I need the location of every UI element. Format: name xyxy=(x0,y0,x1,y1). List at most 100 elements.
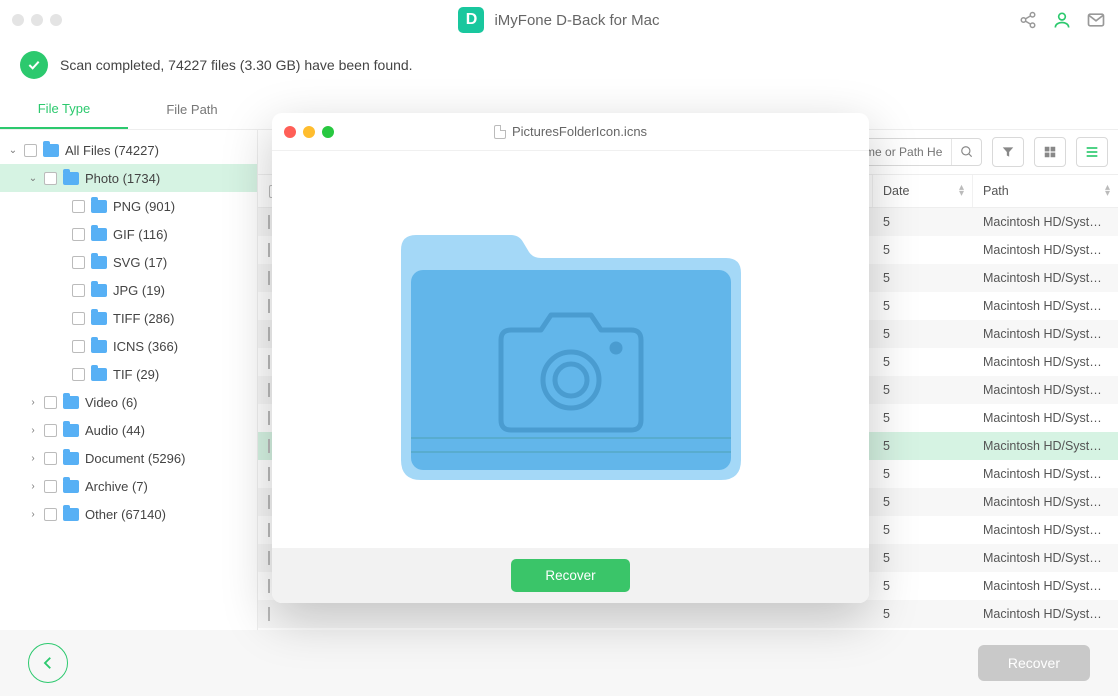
tab-file-type[interactable]: File Type xyxy=(0,90,128,129)
tree-label: Document (5296) xyxy=(85,451,185,466)
row-checkbox[interactable] xyxy=(268,523,270,537)
cell-path: Macintosh HD/System/L… xyxy=(973,243,1118,257)
cell-date: 5 xyxy=(873,299,973,313)
tab-file-path[interactable]: File Path xyxy=(128,90,256,129)
tree-label: SVG (17) xyxy=(113,255,167,270)
th-path[interactable]: Path▴▾ xyxy=(973,175,1118,207)
folder-icon xyxy=(43,144,59,157)
row-checkbox[interactable] xyxy=(268,243,270,257)
tree-all-files[interactable]: ⌄ All Files (74227) xyxy=(0,136,257,164)
cell-date: 5 xyxy=(873,383,973,397)
tree-label: Video (6) xyxy=(85,395,138,410)
cell-date: 5 xyxy=(873,495,973,509)
row-checkbox[interactable] xyxy=(268,579,270,593)
folder-icon xyxy=(91,312,107,325)
titlebar: D iMyFone D-Back for Mac xyxy=(0,0,1118,40)
checkbox[interactable] xyxy=(72,228,85,241)
checkbox[interactable] xyxy=(72,340,85,353)
tree-svg[interactable]: › SVG (17) xyxy=(0,248,257,276)
tree-other[interactable]: › Other (67140) xyxy=(0,500,257,528)
recover-button-dialog[interactable]: Recover xyxy=(511,559,629,592)
folder-icon xyxy=(63,424,79,437)
checkbox[interactable] xyxy=(24,144,37,157)
checkbox[interactable] xyxy=(44,508,57,521)
checkbox[interactable] xyxy=(72,200,85,213)
minimize-window[interactable] xyxy=(31,14,43,26)
preview-body xyxy=(272,151,869,548)
checkbox[interactable] xyxy=(44,172,57,185)
filter-button[interactable] xyxy=(992,137,1024,167)
checkbox[interactable] xyxy=(44,424,57,437)
preview-footer: Recover xyxy=(272,548,869,603)
row-checkbox[interactable] xyxy=(268,355,270,369)
folder-icon xyxy=(91,368,107,381)
row-checkbox[interactable] xyxy=(268,551,270,565)
tree-archive[interactable]: › Archive (7) xyxy=(0,472,257,500)
tree-jpg[interactable]: › JPG (19) xyxy=(0,276,257,304)
checkbox[interactable] xyxy=(72,312,85,325)
tree-icns[interactable]: › ICNS (366) xyxy=(0,332,257,360)
folder-icon xyxy=(91,256,107,269)
row-checkbox[interactable] xyxy=(268,495,270,509)
cell-path: Macintosh HD/System/L… xyxy=(973,355,1118,369)
tree-label: PNG (901) xyxy=(113,199,175,214)
table-row[interactable]: 5Macintosh HD/System/L… xyxy=(258,600,1118,628)
cell-date: 5 xyxy=(873,271,973,285)
tree-tif[interactable]: › TIF (29) xyxy=(0,360,257,388)
checkbox[interactable] xyxy=(72,256,85,269)
folder-icon xyxy=(91,284,107,297)
tree-label: TIFF (286) xyxy=(113,311,174,326)
tree-tiff[interactable]: › TIFF (286) xyxy=(0,304,257,332)
preview-header: PicturesFolderIcon.icns xyxy=(272,113,869,151)
tree-document[interactable]: › Document (5296) xyxy=(0,444,257,472)
recover-button-footer[interactable]: Recover xyxy=(978,645,1090,681)
cell-date: 5 xyxy=(873,243,973,257)
cell-date: 5 xyxy=(873,551,973,565)
checkbox[interactable] xyxy=(72,368,85,381)
tree-photo[interactable]: ⌄ Photo (1734) xyxy=(0,164,257,192)
checkbox[interactable] xyxy=(44,396,57,409)
row-checkbox[interactable] xyxy=(268,411,270,425)
cell-path: Macintosh HD/System/L… xyxy=(973,383,1118,397)
checkbox[interactable] xyxy=(44,452,57,465)
checkbox[interactable] xyxy=(44,480,57,493)
tree-video[interactable]: › Video (6) xyxy=(0,388,257,416)
tree-label: All Files (74227) xyxy=(65,143,159,158)
checkbox[interactable] xyxy=(72,284,85,297)
grid-view-button[interactable] xyxy=(1034,137,1066,167)
account-icon[interactable] xyxy=(1052,10,1072,30)
cell-path: Macintosh HD/System/L… xyxy=(973,551,1118,565)
folder-icon xyxy=(63,480,79,493)
mail-icon[interactable] xyxy=(1086,10,1106,30)
th-date[interactable]: Date▴▾ xyxy=(873,175,973,207)
back-button[interactable] xyxy=(28,643,68,683)
search-button[interactable] xyxy=(951,139,981,165)
cell-path: Macintosh HD/System/L… xyxy=(973,579,1118,593)
row-checkbox[interactable] xyxy=(268,607,270,621)
row-checkbox[interactable] xyxy=(268,271,270,285)
share-icon[interactable] xyxy=(1018,10,1038,30)
cell-date: 5 xyxy=(873,607,973,621)
cell-path: Macintosh HD/System/L… xyxy=(973,411,1118,425)
cell-date: 5 xyxy=(873,215,973,229)
preview-filename: PicturesFolderIcon.icns xyxy=(512,124,647,139)
tree-gif[interactable]: › GIF (116) xyxy=(0,220,257,248)
row-checkbox[interactable] xyxy=(268,299,270,313)
close-window[interactable] xyxy=(12,14,24,26)
folder-icon xyxy=(63,172,79,185)
status-bar: Scan completed, 74227 files (3.30 GB) ha… xyxy=(0,40,1118,90)
cell-date: 5 xyxy=(873,355,973,369)
zoom-window[interactable] xyxy=(50,14,62,26)
list-view-button[interactable] xyxy=(1076,137,1108,167)
cell-path: Macintosh HD/System/L… xyxy=(973,299,1118,313)
row-checkbox[interactable] xyxy=(268,383,270,397)
row-checkbox[interactable] xyxy=(268,439,270,453)
tree-audio[interactable]: › Audio (44) xyxy=(0,416,257,444)
sort-icon: ▴▾ xyxy=(1105,185,1110,197)
tree-png[interactable]: › PNG (901) xyxy=(0,192,257,220)
row-checkbox[interactable] xyxy=(268,215,270,229)
cell-date: 5 xyxy=(873,579,973,593)
cell-date: 5 xyxy=(873,467,973,481)
row-checkbox[interactable] xyxy=(268,467,270,481)
row-checkbox[interactable] xyxy=(268,327,270,341)
